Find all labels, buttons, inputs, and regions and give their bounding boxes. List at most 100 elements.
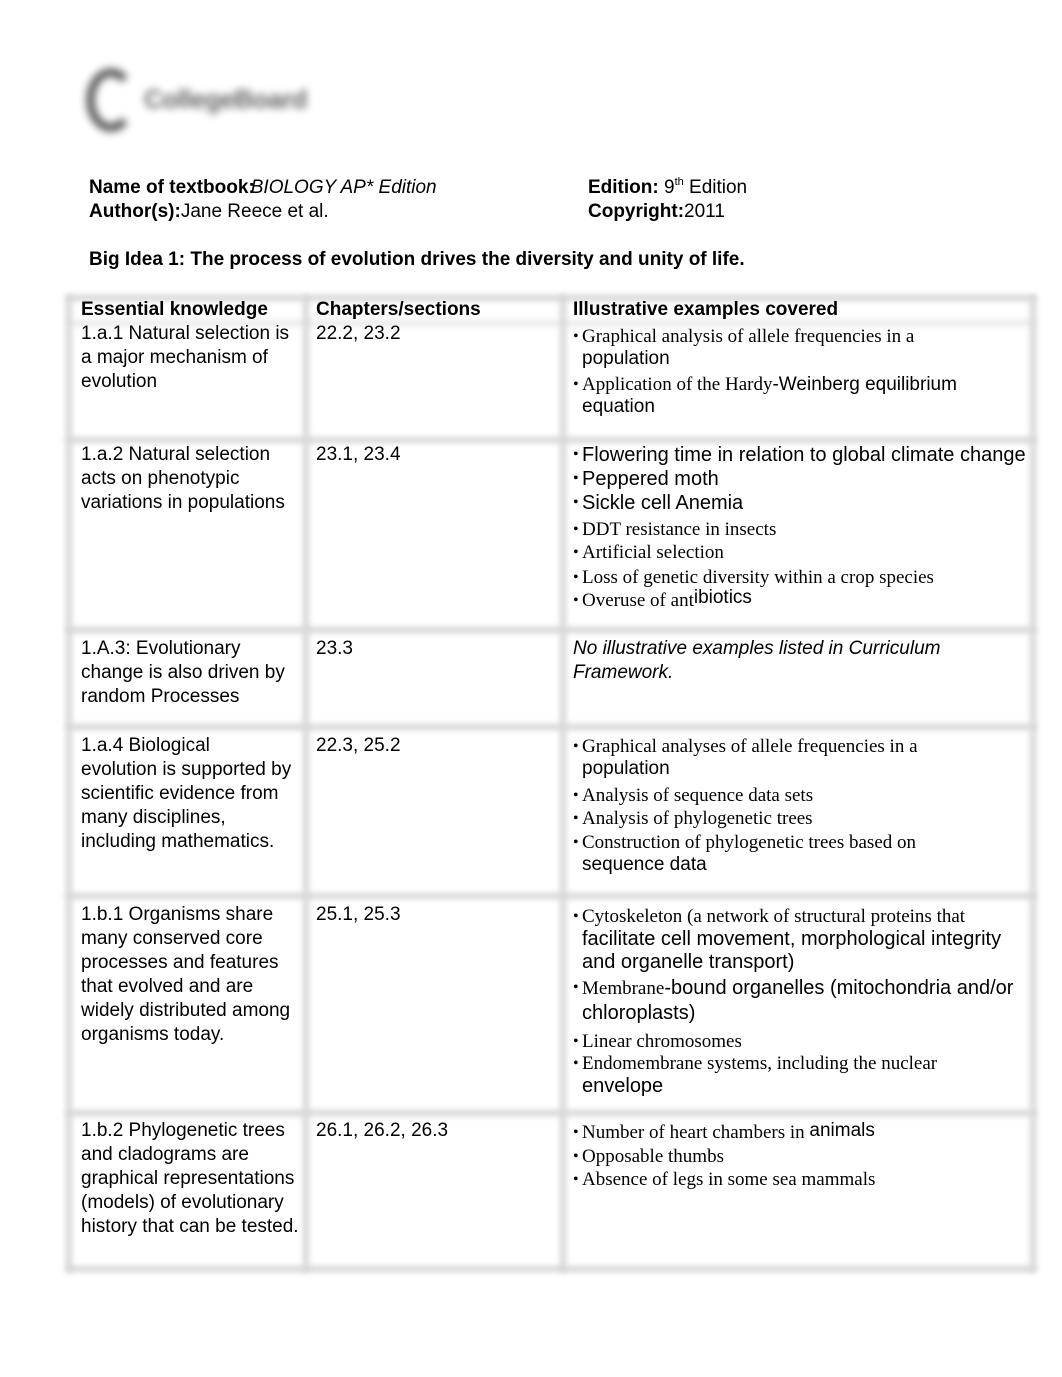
copyright-label: Copyright: xyxy=(588,201,685,222)
example-item: Artificial selection xyxy=(573,541,1062,564)
row-divider xyxy=(66,1110,1036,1116)
text-line: 1.b.1 Organisms share xyxy=(81,904,274,925)
chapters-cell: 22.2, 23.2 xyxy=(316,323,401,344)
text-line: envelope xyxy=(582,1075,664,1097)
text-line: facilitate cell movement, morphological … xyxy=(582,928,1002,950)
text-line: Number of heart chambers in xyxy=(582,1122,805,1143)
text-line: Graphical analysis of allele frequencies… xyxy=(582,326,915,347)
column-header-chapters: Chapters/sections xyxy=(316,299,481,320)
example-item: Flowering time in relation to global cli… xyxy=(573,443,1062,467)
text-line: Endomembrane systems, including the nucl… xyxy=(582,1053,938,1074)
text-line: Overuse of ant xyxy=(582,590,694,611)
chapters-cell: 23.3 xyxy=(316,638,353,659)
authors-value: Jane Reece et al. xyxy=(180,201,329,222)
example-item: Analysis of phylogenetic trees xyxy=(573,807,1062,830)
example-item: Peppered moth xyxy=(573,467,1062,491)
text-line: (models) of evolutionary xyxy=(81,1192,284,1213)
text-line: 1.A.3: Evolutionary xyxy=(81,638,241,659)
essential-knowledge-cell: 1.b.1 Organisms share many conserved cor… xyxy=(81,903,326,1047)
text-line: Construction of phylogenetic trees based… xyxy=(582,832,917,853)
row-divider xyxy=(66,893,1036,899)
authors-label: Author(s): xyxy=(89,201,181,222)
example-item: Loss of genetic diversity within a crop … xyxy=(573,566,1062,589)
textbook-value: BIOLOGY AP* Edition xyxy=(250,177,437,198)
chapters-cell: 26.1, 26.2, 26.3 xyxy=(316,1120,449,1141)
example-item: Endomembrane systems, including the nucl… xyxy=(573,1053,1062,1098)
row-divider xyxy=(66,724,1036,730)
column-divider xyxy=(560,295,566,1272)
essential-knowledge-cell: 1.a.2 Natural selection acts on phenotyp… xyxy=(81,443,326,515)
edition-number: 9 xyxy=(663,177,675,198)
text-line: change is also driven by xyxy=(81,662,285,683)
examples-note: No illustrative examples listed in Curri… xyxy=(573,637,1062,685)
text-line: Application of the Hardy xyxy=(582,374,773,395)
text-line: 1.a.2 Natural selection xyxy=(81,444,271,465)
table-border-bottom xyxy=(66,1266,1036,1272)
copyright-line: Copyright:2011 xyxy=(588,200,725,224)
text-line: chloroplasts) xyxy=(582,1002,696,1024)
text-line: -bound organelles (mitochondria and/or xyxy=(664,977,1014,999)
text-line: variations in populations xyxy=(81,492,285,513)
text-line: -Weinberg equilibrium xyxy=(772,374,957,395)
text-line: equation xyxy=(582,396,655,417)
text-line: random Processes xyxy=(81,686,240,707)
text-line: population xyxy=(582,348,670,369)
essential-knowledge-cell: 1.A.3: Evolutionary change is also drive… xyxy=(81,637,326,709)
text-line: acts on phenotypic xyxy=(81,468,240,489)
text-line: Cytoskeleton (a network of structural pr… xyxy=(582,906,966,927)
text-line: Membrane xyxy=(582,978,665,999)
text-line: that evolved and are xyxy=(81,976,254,997)
example-item: Number of heart chambers in animals xyxy=(573,1120,1062,1145)
example-item: Cytoskeleton (a network of structural pr… xyxy=(573,905,1062,974)
text-line: Framework. xyxy=(573,662,674,683)
example-item: Opposable thumbs xyxy=(573,1145,1062,1168)
column-header-essential-knowledge: Essential knowledge xyxy=(81,299,268,320)
text-line: a major mechanism of xyxy=(81,347,268,368)
copyright-value: 2011 xyxy=(684,201,725,222)
text-line: processes and features xyxy=(81,952,279,973)
text-line: ibiotics xyxy=(693,587,752,608)
example-item: Linear chromosomes xyxy=(573,1030,1062,1053)
example-item: Graphical analysis of allele frequencies… xyxy=(573,326,1062,370)
edition-label: Edition: xyxy=(588,177,659,198)
text-line: many conserved core xyxy=(81,928,263,949)
essential-knowledge-cell: 1.a.1 Natural selection is a major mecha… xyxy=(81,322,326,394)
example-item: Overuse of antibiotics xyxy=(573,587,1062,612)
text-line: sequence data xyxy=(582,854,707,875)
example-item: Application of the Hardy-Weinberg equili… xyxy=(573,374,1062,418)
edition-word: Edition xyxy=(689,177,748,198)
text-line: many disciplines, xyxy=(81,807,226,828)
example-item: Analysis of sequence data sets xyxy=(573,784,1062,807)
text-line: scientific evidence from xyxy=(81,783,279,804)
examples-cell: Graphical analysis of allele frequencies… xyxy=(573,326,1062,418)
text-line: history that can be tested. xyxy=(81,1216,299,1237)
examples-cell: Cytoskeleton (a network of structural pr… xyxy=(573,905,1062,1098)
text-line: population xyxy=(582,758,670,779)
text-line: evolution is supported by xyxy=(81,759,292,780)
examples-cell: Number of heart chambers in animals Oppo… xyxy=(573,1120,1062,1191)
collegeboard-logo: CollegeBoard xyxy=(82,62,344,140)
essential-knowledge-cell: 1.b.2 Phylogenetic trees and cladograms … xyxy=(81,1119,326,1239)
edition-suffix: th xyxy=(674,176,684,188)
chapters-cell: 22.3, 25.2 xyxy=(316,735,401,756)
example-item: Absence of legs in some sea mammals xyxy=(573,1168,1062,1191)
big-idea-heading: Big Idea 1: The process of evolution dri… xyxy=(89,249,745,270)
text-line: Graphical analyses of allele frequencies… xyxy=(582,736,918,757)
chapters-cell: 23.1, 23.4 xyxy=(316,444,401,465)
authors-line: Author(s):Jane Reece et al. xyxy=(89,200,329,224)
text-line: No illustrative examples listed in Curri… xyxy=(573,638,941,659)
text-line: evolution xyxy=(81,371,158,392)
table-border-left xyxy=(66,295,72,1272)
text-line: 1.a.4 Biological xyxy=(81,735,210,756)
text-line: 1.a.1 Natural selection is xyxy=(81,323,290,344)
text-line: including mathematics. xyxy=(81,831,275,852)
text-line: organisms today. xyxy=(81,1024,225,1045)
edition-line: Edition: 9th Edition xyxy=(588,176,747,200)
example-item: Sickle cell Anemia xyxy=(573,491,1062,515)
acorn-logo-icon xyxy=(86,68,136,132)
text-line: 1.b.2 Phylogenetic trees xyxy=(81,1120,285,1141)
examples-cell: Flowering time in relation to global cli… xyxy=(573,443,1062,612)
example-item: Graphical analyses of allele frequencies… xyxy=(573,736,1062,780)
row-divider xyxy=(66,627,1036,633)
text-line: widely distributed among xyxy=(81,1000,291,1021)
